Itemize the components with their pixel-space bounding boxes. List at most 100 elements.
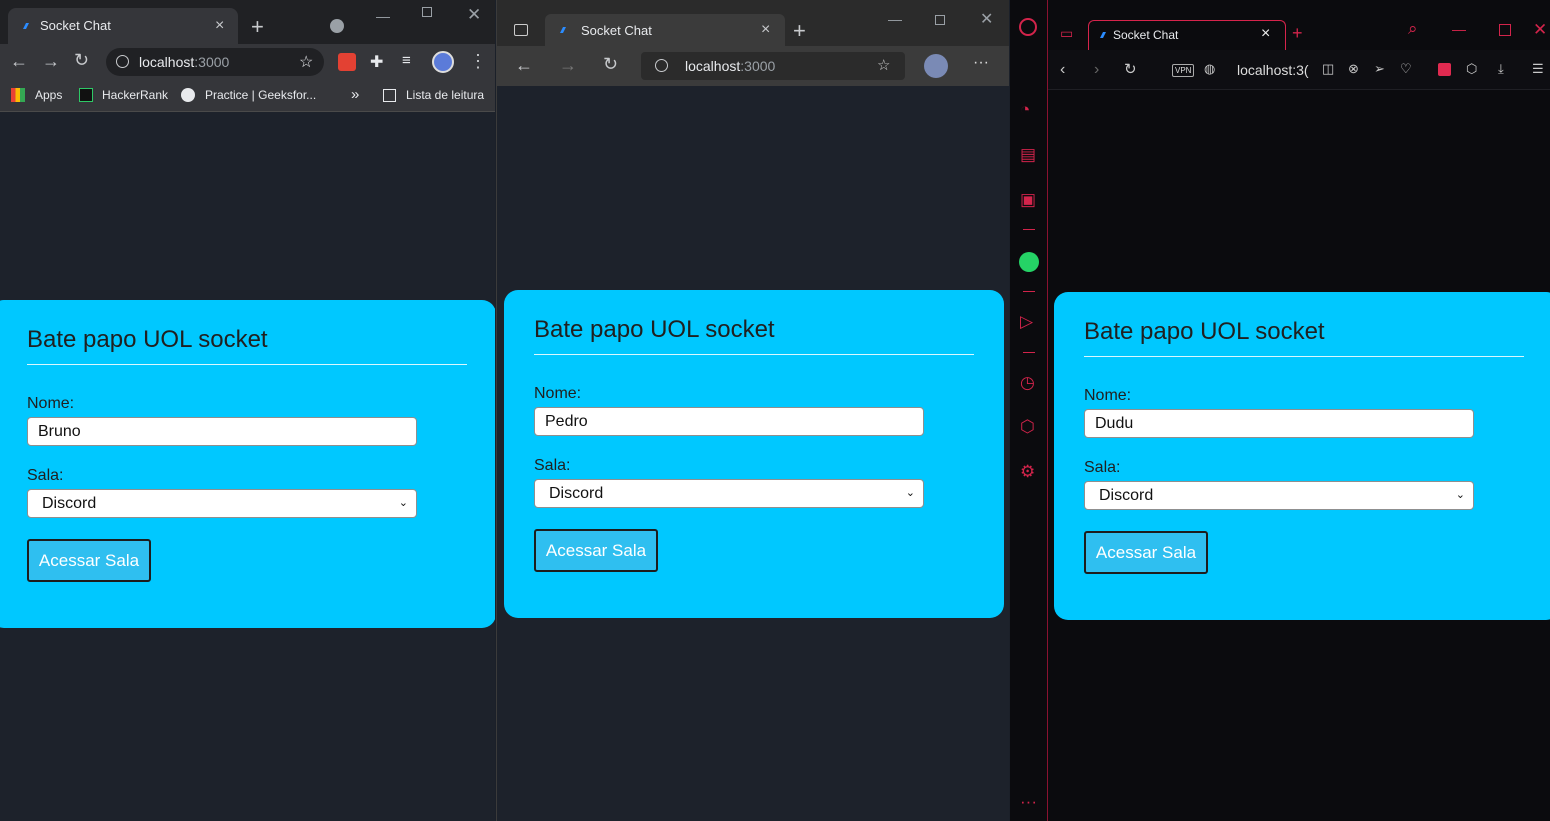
gx-control-icon[interactable]: ▤ [1020,146,1036,163]
extensions-icon[interactable]: ⬡ [1020,418,1035,435]
room-select-value: Discord [42,495,97,512]
divider [1023,352,1035,353]
cube-icon[interactable]: ⬡ [1466,62,1477,75]
tab-title: Socket Chat [1113,28,1179,42]
enter-room-button[interactable]: Acessar Sala [1084,531,1208,574]
divider [1023,291,1035,292]
forward-icon[interactable]: → [559,56,577,74]
send-icon[interactable]: ➢ [1374,62,1385,75]
new-tab-button[interactable]: + [251,16,264,38]
enter-room-button[interactable]: Acessar Sala [27,539,151,582]
camera-icon[interactable]: ◫ [1322,62,1334,75]
bookmark-geeksforgeeks[interactable]: Practice | Geeksfor... [205,88,316,102]
divider [1084,356,1524,357]
room-label: Sala: [534,457,571,474]
close-tab-icon[interactable]: × [215,18,224,34]
opera-logo-icon[interactable] [1019,18,1037,36]
maximize-icon[interactable] [1499,24,1511,36]
room-select[interactable]: Discord ⌄ [1084,481,1474,510]
tab-socket-chat[interactable]: Socket Chat × [545,14,785,46]
gear-icon[interactable]: ⚙ [1020,463,1035,480]
tab-actions-icon[interactable] [514,24,528,36]
back-icon[interactable]: ‹ [1060,62,1065,78]
info-icon[interactable] [116,55,129,68]
address-bar[interactable]: localhost:3000 ☆ [641,52,905,80]
more-icon[interactable]: ··· [973,54,989,72]
search-icon[interactable]: ⌕ [1408,20,1418,37]
more-icon[interactable]: ··· [1020,793,1037,810]
extension-icon[interactable] [338,53,356,71]
new-tab-button[interactable]: + [1292,24,1303,42]
reading-list-icon [383,89,396,102]
heart-icon[interactable]: ♡ [1400,62,1412,75]
info-icon[interactable] [655,59,668,72]
close-window-icon[interactable]: ✕ [1533,21,1547,38]
media-icon[interactable]: ≡ [402,52,411,69]
name-label: Nome: [27,395,75,412]
favicon-icon [559,26,567,34]
bookmarks-overflow[interactable]: » [351,86,359,103]
adblock-icon[interactable]: ⊗ [1348,62,1359,75]
player-icon[interactable]: ▷ [1020,313,1033,330]
globe-icon: ◍ [1204,61,1216,76]
bookmarks-bar: Apps HackerRank Practice | Geeksfor... »… [0,80,495,112]
name-input[interactable]: Pedro [534,407,924,436]
history-icon[interactable]: ◷ [1020,374,1035,391]
bookmark-reading-list[interactable]: Lista de leitura [406,88,484,102]
avatar[interactable] [924,54,948,78]
minimize-icon[interactable]: — [376,9,390,23]
maximize-icon[interactable] [422,7,432,17]
name-input[interactable]: Dudu [1084,409,1474,438]
minimize-icon[interactable]: — [888,12,902,26]
tab-socket-chat[interactable]: Socket Chat × [8,8,238,44]
reload-icon[interactable]: ↻ [74,51,89,69]
room-select[interactable]: Discord ⌄ [27,489,417,518]
maximize-icon[interactable] [935,15,945,25]
bookmark-hackerrank[interactable]: HackerRank [102,88,168,102]
apps-icon [11,88,25,102]
easy-setup-icon[interactable]: ☰ [1532,62,1544,75]
address-bar[interactable]: localhost:3000 ☆ [106,48,324,76]
close-tab-icon[interactable]: × [1261,26,1270,42]
gamepad-icon[interactable]: ▭ [1060,26,1073,40]
card-title: Bate papo UOL socket [27,326,268,353]
close-tab-icon[interactable]: × [761,22,770,38]
tab-bar: ▭ Socket Chat × + ⌕ — ✕ [1048,0,1550,50]
favorites-icon[interactable]: ☆ [877,56,890,74]
name-input[interactable]: Bruno [27,417,417,446]
vpn-badge[interactable]: VPN [1172,64,1195,77]
new-tab-button[interactable]: + [793,20,806,42]
avatar[interactable] [432,51,454,73]
room-select[interactable]: Discord ⌄ [534,479,924,508]
minimize-icon[interactable]: — [1452,22,1466,36]
whatsapp-icon[interactable] [1019,252,1039,272]
chrome-window: Socket Chat × + — ✕ ← → ↻ localhost:3000… [0,0,495,821]
forward-icon[interactable]: › [1094,62,1099,78]
close-window-icon[interactable]: ✕ [467,6,481,23]
name-label: Nome: [534,385,582,402]
tab-socket-chat[interactable]: Socket Chat × [1088,20,1286,50]
favicon-icon [22,22,30,30]
back-icon[interactable]: ← [10,52,28,70]
speed-dial-icon[interactable]: ◔ [1020,101,1030,118]
back-icon[interactable]: ← [515,56,533,74]
bookmark-apps[interactable]: Apps [35,88,62,102]
opera-window: ◔ ▤ ▣ ▷ ◷ ⬡ ⚙ ··· ▭ Socket Chat × + ⌕ — … [1010,0,1550,821]
puzzle-icon[interactable]: ✚ [370,52,383,72]
close-window-icon[interactable]: ✕ [980,12,993,28]
reload-icon[interactable]: ↻ [603,55,618,73]
menu-icon[interactable]: ⋮ [469,52,487,70]
url-text[interactable]: localhost:3( [1237,62,1309,78]
extension-icon[interactable] [1438,63,1451,76]
twitch-icon[interactable]: ▣ [1020,191,1036,208]
star-icon[interactable]: ☆ [299,52,313,72]
tab-search-icon[interactable] [330,19,344,33]
room-select-value: Discord [1099,487,1154,504]
hackerrank-icon [79,88,93,102]
reload-icon[interactable]: ↻ [1124,62,1137,77]
login-card: Bate papo UOL socket Nome: Dudu Sala: Di… [1054,292,1550,620]
download-icon[interactable]: ⤓ [1498,62,1504,75]
enter-room-button[interactable]: Acessar Sala [534,529,658,572]
forward-icon[interactable]: → [42,52,60,70]
room-label: Sala: [27,467,64,484]
